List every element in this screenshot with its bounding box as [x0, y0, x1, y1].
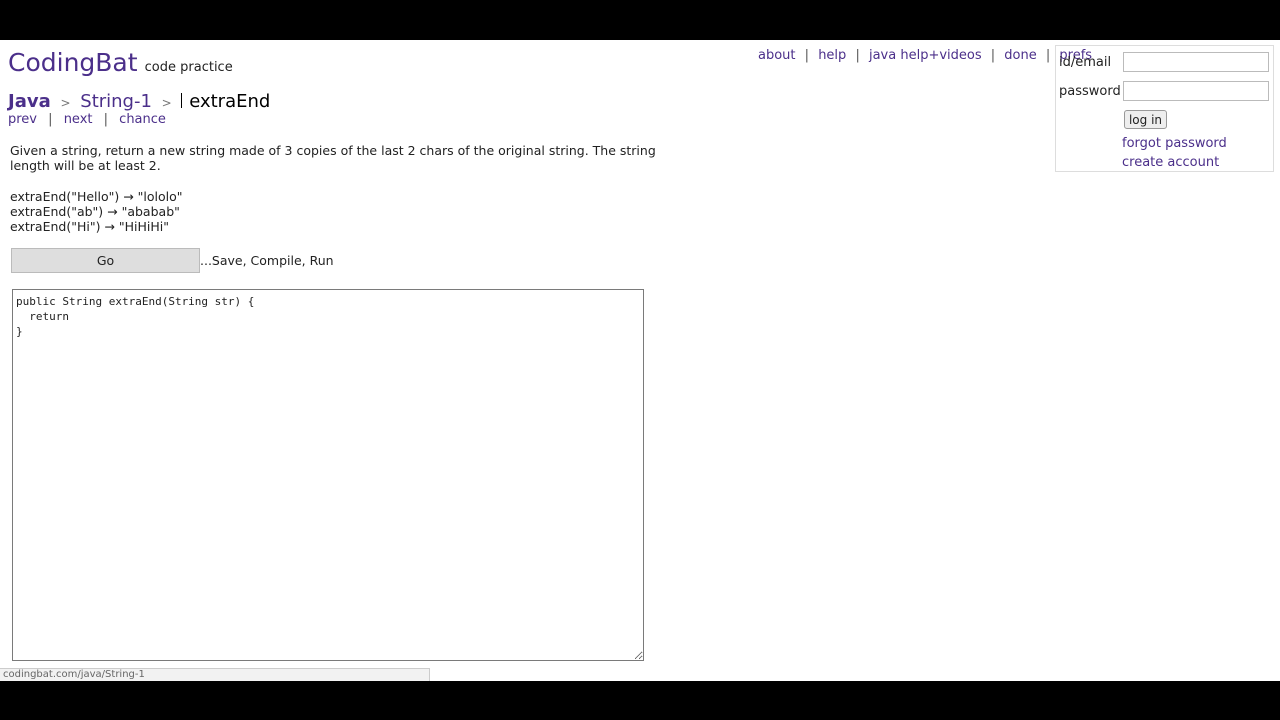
breadcrumb-java-link[interactable]: Java — [8, 91, 51, 112]
brand: CodingBat code practice — [8, 48, 233, 77]
examples: extraEnd("Hello") → "lololo" extraEnd("a… — [10, 189, 183, 234]
go-button[interactable]: Go — [11, 248, 200, 273]
link-divider: | — [1045, 48, 1051, 63]
next-link[interactable]: next — [64, 112, 93, 127]
password-label: password — [1059, 84, 1121, 99]
example-line: extraEnd("ab") → "ababab" — [10, 204, 180, 219]
status-bar: codingbat.com/java/String-1 — [0, 668, 430, 681]
example-line: extraEnd("Hello") → "lololo" — [10, 189, 183, 204]
log-in-button[interactable]: log in — [1124, 110, 1167, 129]
about-link[interactable]: about — [758, 48, 796, 63]
tagline: code practice — [144, 60, 233, 75]
password-input[interactable] — [1123, 81, 1269, 101]
go-note: ...Save, Compile, Run — [200, 253, 334, 268]
prev-link[interactable]: prev — [8, 112, 37, 127]
breadcrumb: Java > String-1 > extraEnd — [8, 91, 270, 112]
breadcrumb-separator: > — [161, 96, 172, 110]
example-line: extraEnd("Hi") → "HiHiHi" — [10, 219, 169, 234]
java-help-videos-link[interactable]: java help+videos — [869, 48, 982, 63]
top-links: about | help | java help+videos | done |… — [758, 48, 1092, 63]
problem-nav: prev | next | chance — [8, 112, 166, 127]
breadcrumb-separator: > — [60, 96, 71, 110]
nav-divider: | — [48, 112, 53, 127]
id-email-input[interactable] — [1123, 52, 1269, 72]
help-link[interactable]: help — [818, 48, 846, 63]
breadcrumb-string-1-link[interactable]: String-1 — [80, 91, 152, 112]
done-link[interactable]: done — [1004, 48, 1036, 63]
forgot-password-link[interactable]: forgot password — [1122, 136, 1227, 151]
link-divider: | — [804, 48, 810, 63]
problem-title: extraEnd — [189, 91, 271, 112]
code-editor[interactable]: public String extraEnd(String str) { ret… — [12, 289, 644, 661]
login-panel: id/email password log in forgot password… — [1055, 45, 1274, 172]
link-divider: | — [990, 48, 996, 63]
id-email-label: id/email — [1059, 55, 1112, 70]
create-account-link[interactable]: create account — [1122, 155, 1219, 170]
logo-link[interactable]: CodingBat — [8, 48, 138, 77]
page: CodingBat code practice Java > String-1 … — [0, 40, 1280, 681]
link-divider: | — [855, 48, 860, 63]
nav-divider: | — [103, 112, 109, 127]
chance-link[interactable]: chance — [119, 112, 166, 127]
text-cursor-icon — [181, 93, 187, 108]
problem-description: Given a string, return a new string made… — [10, 143, 656, 173]
